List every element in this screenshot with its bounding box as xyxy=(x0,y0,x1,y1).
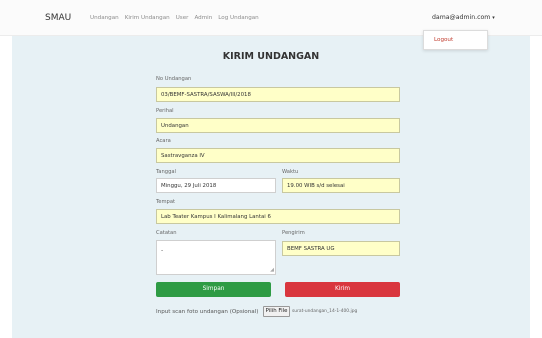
waktu-input[interactable]: 19.00 WIB s/d selesai xyxy=(282,178,400,193)
nav-link-undangan[interactable]: Undangan xyxy=(90,15,119,21)
file-name-text: surat-undangan_14-1-400.jpg xyxy=(292,309,358,314)
acara-input[interactable]: Sastravganza IV xyxy=(156,148,400,163)
upload-label: Input scan foto undangan (Opsional) xyxy=(156,309,259,315)
pengirim-input[interactable]: BEMF SASTRA UG xyxy=(282,241,400,256)
catatan-label: Catatan xyxy=(156,230,177,236)
tanggal-label: Tanggal xyxy=(156,169,176,175)
user-menu-toggle[interactable]: dama@admin.com ▾ xyxy=(432,14,495,21)
nav-link-log-undangan[interactable]: Log Undangan xyxy=(218,15,258,21)
brand-logo[interactable]: SMAU xyxy=(45,13,71,23)
simpan-button[interactable]: Simpan xyxy=(156,282,271,297)
nav-link-admin[interactable]: Admin xyxy=(194,15,212,21)
waktu-label: Waktu xyxy=(282,169,299,175)
pengirim-label: Pengirim xyxy=(282,230,305,236)
nav-links: Undangan Kirim Undangan User Admin Log U… xyxy=(90,15,259,21)
user-email: dama@admin.com xyxy=(432,14,491,21)
no-undangan-label: No Undangan xyxy=(156,76,192,82)
no-undangan-input[interactable]: 03/BEMF-SASTRA/SASWA/III/2018 xyxy=(156,87,400,102)
choose-file-button[interactable]: Pilih File xyxy=(263,306,290,317)
catatan-value: - xyxy=(161,247,164,254)
chevron-down-icon: ▾ xyxy=(492,15,495,21)
user-dropdown-menu: Logout xyxy=(423,30,488,50)
kirim-button[interactable]: Kirim xyxy=(285,282,400,297)
tempat-input[interactable]: Lab Teater Kampus I Kalimalang Lantai 6 xyxy=(156,209,400,224)
logout-menu-item[interactable]: Logout xyxy=(434,37,453,43)
page-title: KIRIM UNDANGAN xyxy=(222,51,320,62)
tempat-label: Tempat xyxy=(156,199,176,205)
tanggal-input[interactable]: Minggu, 29 Juli 2018 xyxy=(156,178,276,193)
perihal-input[interactable]: Undangan xyxy=(156,118,400,133)
resize-grip-icon[interactable]: ◢ xyxy=(270,268,274,273)
nav-link-user[interactable]: User xyxy=(176,15,189,21)
acara-label: Acara xyxy=(156,138,171,144)
perihal-label: Perihal xyxy=(156,108,174,114)
catatan-textarea[interactable]: - ◢ xyxy=(156,240,276,275)
nav-link-kirim-undangan[interactable]: Kirim Undangan xyxy=(125,15,170,21)
